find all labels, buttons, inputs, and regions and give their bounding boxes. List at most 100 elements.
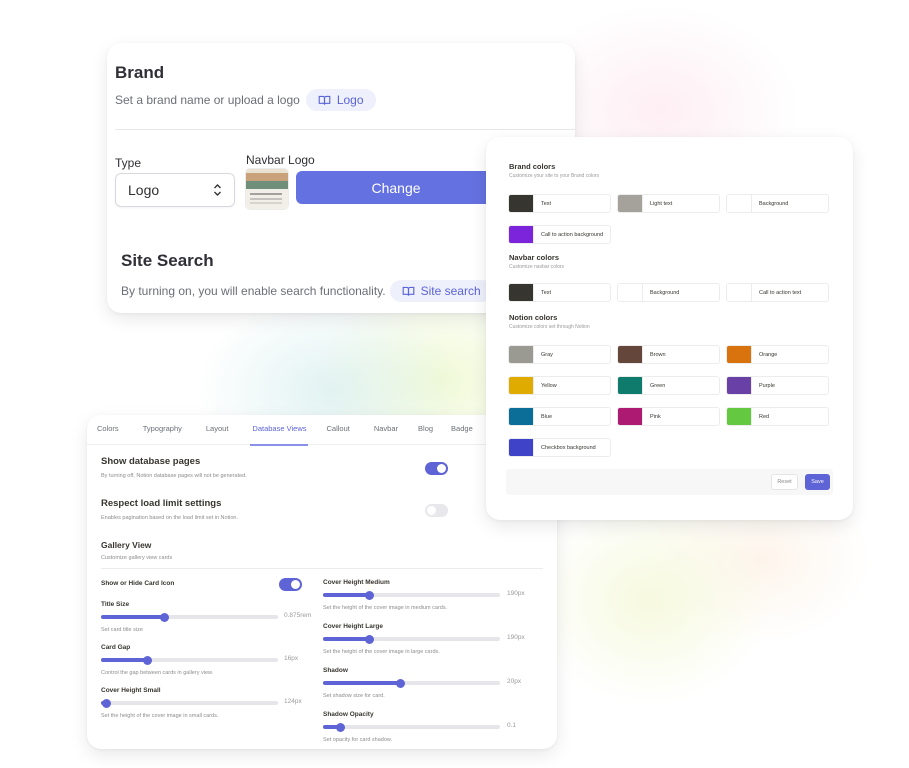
show-card-icon-label: Show or Hide Card Icon bbox=[101, 580, 175, 587]
slider-track[interactable] bbox=[101, 612, 278, 622]
color-swatch[interactable] bbox=[509, 439, 534, 456]
color-swatch[interactable] bbox=[509, 226, 534, 243]
slider-fill bbox=[101, 658, 148, 662]
color-label: Brown bbox=[650, 351, 666, 358]
color-swatch[interactable] bbox=[509, 346, 534, 363]
save-button[interactable]: Save bbox=[805, 474, 830, 490]
color-picker-text[interactable]: Text bbox=[508, 283, 611, 302]
tab-colors[interactable]: Colors bbox=[97, 415, 119, 445]
slider-fill bbox=[323, 681, 401, 685]
site-search-docs-link[interactable]: Site search bbox=[389, 280, 493, 302]
tab-navbar[interactable]: Navbar bbox=[374, 415, 398, 445]
slider-thumb[interactable] bbox=[364, 634, 374, 644]
color-picker-green[interactable]: Green bbox=[617, 376, 720, 395]
color-swatch[interactable] bbox=[618, 195, 643, 212]
color-picker-orange[interactable]: Orange bbox=[726, 345, 829, 364]
color-picker-pink[interactable]: Pink bbox=[617, 407, 720, 426]
slider-description: Control the gap between cards in gallery… bbox=[101, 670, 214, 676]
color-swatch[interactable] bbox=[727, 408, 752, 425]
slider-value: 190px bbox=[507, 634, 525, 641]
tab-badge[interactable]: Badge bbox=[451, 415, 473, 445]
slider-track[interactable] bbox=[323, 590, 500, 600]
slider-value: 124px bbox=[284, 698, 302, 705]
color-picker-background[interactable]: Background bbox=[726, 194, 829, 213]
reset-button[interactable]: Reset bbox=[771, 474, 798, 490]
color-swatch[interactable] bbox=[618, 408, 643, 425]
color-picker-purple[interactable]: Purple bbox=[726, 376, 829, 395]
show-db-pages-toggle[interactable] bbox=[425, 462, 448, 475]
slider-thumb[interactable] bbox=[142, 655, 152, 665]
color-label: Light text bbox=[650, 200, 673, 207]
type-select[interactable]: Logo bbox=[115, 173, 235, 207]
slider-thumb[interactable] bbox=[336, 722, 346, 732]
slider-label: Shadow bbox=[323, 667, 348, 674]
color-swatch[interactable] bbox=[618, 377, 643, 394]
color-label: Red bbox=[759, 413, 770, 420]
color-picker-call-to-action-text[interactable]: Call to action text bbox=[726, 283, 829, 302]
gallery-view-title: Gallery View bbox=[101, 540, 152, 550]
color-label: Orange bbox=[759, 351, 778, 358]
swatch-row: Yellow Green Purple bbox=[508, 376, 829, 395]
color-swatch[interactable] bbox=[509, 284, 534, 301]
color-picker-yellow[interactable]: Yellow bbox=[508, 376, 611, 395]
color-picker-gray[interactable]: Gray bbox=[508, 345, 611, 364]
respect-load-limit-toggle[interactable] bbox=[425, 504, 448, 517]
slider-thumb[interactable] bbox=[160, 612, 170, 622]
swatch-row: Text Light text Background bbox=[508, 194, 829, 213]
tab-layout[interactable]: Layout bbox=[206, 415, 229, 445]
color-picker-call-to-action-background[interactable]: Call to action background bbox=[508, 225, 611, 244]
tab-blog[interactable]: Blog bbox=[418, 415, 433, 445]
color-label: Pink bbox=[650, 413, 661, 420]
respect-load-limit-title: Respect load limit settings bbox=[101, 498, 222, 509]
swatch-row: Call to action background bbox=[508, 225, 611, 244]
slider-track[interactable] bbox=[323, 678, 500, 688]
slider-thumb[interactable] bbox=[396, 678, 406, 688]
color-swatch[interactable] bbox=[509, 408, 534, 425]
color-label: Yellow bbox=[541, 382, 557, 389]
toggle-knob bbox=[427, 506, 436, 515]
navbar-colors-subtitle: Customize navbar colors bbox=[509, 264, 565, 270]
slider-label: Card Gap bbox=[101, 644, 131, 651]
site-search-title: Site Search bbox=[121, 251, 214, 270]
swatch-row: Blue Pink Red bbox=[508, 407, 829, 426]
color-swatch[interactable] bbox=[727, 377, 752, 394]
color-picker-red[interactable]: Red bbox=[726, 407, 829, 426]
brand-colors-subtitle: Customize your site to your Brand colors bbox=[509, 173, 600, 179]
color-swatch[interactable] bbox=[727, 195, 752, 212]
slider-description: Set the height of the cover image in lar… bbox=[323, 649, 440, 655]
color-picker-blue[interactable]: Blue bbox=[508, 407, 611, 426]
brand-subtitle-row: Set a brand name or upload a logo Logo bbox=[115, 89, 376, 111]
slider-fill bbox=[101, 615, 165, 619]
color-label: Green bbox=[650, 382, 666, 389]
swatch-row: Text Background Call to action text bbox=[508, 283, 829, 302]
book-icon bbox=[318, 95, 331, 105]
color-swatch[interactable] bbox=[509, 195, 534, 212]
tab-typography[interactable]: Typography bbox=[143, 415, 182, 445]
swatch-row: Checkbox background bbox=[508, 438, 611, 457]
color-picker-brown[interactable]: Brown bbox=[617, 345, 720, 364]
slider-thumb[interactable] bbox=[101, 698, 111, 708]
color-picker-checkbox-background[interactable]: Checkbox background bbox=[508, 438, 611, 457]
toggle-knob bbox=[437, 464, 446, 473]
color-swatch[interactable] bbox=[618, 346, 643, 363]
color-swatch[interactable] bbox=[618, 284, 643, 301]
logo-docs-link[interactable]: Logo bbox=[305, 89, 376, 111]
tab-callout[interactable]: Callout bbox=[326, 415, 349, 445]
color-picker-light-text[interactable]: Light text bbox=[617, 194, 720, 213]
color-picker-background[interactable]: Background bbox=[617, 283, 720, 302]
color-swatch[interactable] bbox=[727, 346, 752, 363]
color-swatch[interactable] bbox=[727, 284, 752, 301]
slider-track[interactable] bbox=[101, 698, 278, 708]
show-card-icon-toggle[interactable] bbox=[279, 578, 302, 591]
color-picker-text[interactable]: Text bbox=[508, 194, 611, 213]
slider-label: Title Size bbox=[101, 601, 130, 608]
slider-track[interactable] bbox=[323, 634, 500, 644]
chevron-up-down-icon bbox=[213, 183, 222, 197]
slider-track[interactable] bbox=[101, 655, 278, 665]
navbar-colors-title: Navbar colors bbox=[509, 253, 560, 262]
tab-database-views[interactable]: Database Views bbox=[250, 415, 309, 446]
slider-fill bbox=[323, 637, 370, 641]
slider-thumb[interactable] bbox=[364, 590, 374, 600]
color-swatch[interactable] bbox=[509, 377, 534, 394]
slider-track[interactable] bbox=[323, 722, 500, 732]
